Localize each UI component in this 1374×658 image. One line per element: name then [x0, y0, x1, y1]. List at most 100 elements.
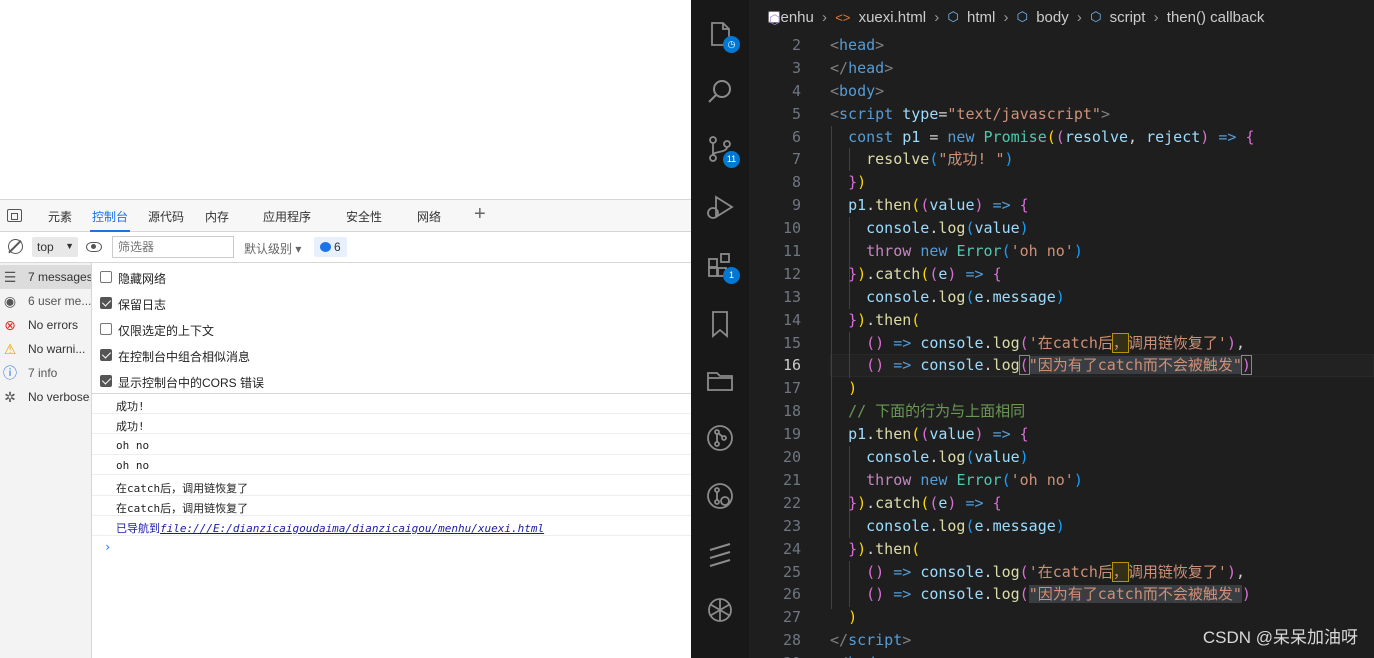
- checkbox-checked[interactable]: [100, 375, 112, 387]
- log-message: 在catch后，调用链恢复了: [92, 496, 691, 516]
- line-number: 19: [782, 425, 801, 443]
- watermark: CSDN @呆呆加油呀: [1202, 628, 1358, 647]
- code-editor[interactable]: 2 3 4 5 6 7 8 9 10 11 12 13 14 15 16 17 …: [749, 34, 1374, 658]
- add-tab-icon[interactable]: +: [474, 203, 486, 226]
- checkbox-checked[interactable]: [100, 297, 112, 309]
- sidebar-item-label: No verbose: [28, 390, 90, 404]
- breadcrumb-item-callback[interactable]: then() callback: [1167, 9, 1265, 26]
- code-line: console.log(e.message): [866, 288, 1065, 306]
- code-line: <head>: [830, 36, 885, 54]
- line-number-current: 16: [782, 356, 801, 374]
- sidebar-item-errors[interactable]: ⊗ No errors: [0, 313, 91, 337]
- git-graph-icon[interactable]: [704, 422, 736, 454]
- symbol-icon: ⬡: [1090, 9, 1102, 25]
- git-lens-icon[interactable]: [704, 480, 736, 512]
- sidebar-item-messages[interactable]: ☰ 7 messages: [0, 265, 91, 289]
- search-icon[interactable]: [704, 76, 736, 108]
- source-control-icon[interactable]: 11: [704, 133, 740, 168]
- remote-icon[interactable]: [704, 538, 736, 570]
- explorer-icon[interactable]: ◷: [704, 18, 740, 53]
- sidebar-item-label: 7 messages: [28, 270, 91, 284]
- setting-label: 保留日志: [118, 298, 167, 312]
- line-number: 3: [791, 59, 801, 77]
- tab-application[interactable]: 应用程序: [263, 208, 311, 225]
- devtools-tab-bar: 元素 控制台 源代码 内存 应用程序 安全性 网络 +: [0, 199, 691, 232]
- context-select[interactable]: top ▼: [32, 237, 78, 257]
- code-line: throw new Error('oh no'): [866, 471, 1083, 489]
- code-line: <body>: [830, 82, 885, 100]
- bookmark-icon[interactable]: [704, 308, 736, 340]
- line-number: 6: [791, 128, 801, 146]
- console-prompt-icon[interactable]: ›: [104, 540, 111, 554]
- code-line: <script type="text/javascript">: [830, 105, 1110, 123]
- sidebar-item-warnings[interactable]: ⚠ No warni...: [0, 337, 91, 361]
- tab-elements[interactable]: 元素: [48, 208, 72, 225]
- code-line: }).catch((e) => {: [848, 494, 1002, 512]
- openai-icon[interactable]: [704, 594, 736, 626]
- symbol-icon: ⬡: [947, 9, 959, 25]
- log-message: oh no: [92, 455, 691, 475]
- breadcrumb-item-html[interactable]: html: [967, 9, 995, 26]
- line-number: 25: [782, 563, 801, 581]
- chevron-right-icon: ›: [1076, 8, 1082, 26]
- warning-icon: ⚠: [3, 341, 17, 357]
- filter-input[interactable]: [112, 236, 234, 258]
- code-line: ): [848, 608, 858, 626]
- page-viewport: [0, 0, 691, 199]
- checkbox[interactable]: [100, 323, 112, 335]
- checkbox[interactable]: [100, 271, 112, 283]
- log-level-select[interactable]: 默认级别 ▾: [244, 240, 301, 257]
- code-line: }).catch((e) => {: [848, 265, 1002, 283]
- console-sidebar: ☰ 7 messages ◉ 6 user me... ⊗ No errors …: [0, 263, 92, 658]
- code-line: console.log(e.message): [866, 517, 1065, 535]
- folder-icon[interactable]: [704, 364, 736, 396]
- line-number: 11: [782, 242, 801, 260]
- clear-console-icon[interactable]: [8, 239, 23, 254]
- info-icon: ⓘ: [3, 365, 17, 381]
- breadcrumb-item-file[interactable]: xuexi.html: [859, 9, 927, 26]
- tab-sources[interactable]: 源代码: [148, 208, 184, 225]
- tab-security[interactable]: 安全性: [346, 208, 382, 225]
- issues-badge[interactable]: 6: [314, 237, 347, 257]
- tab-memory[interactable]: 内存: [205, 208, 229, 225]
- code-line: resolve("成功! "): [866, 150, 1014, 168]
- dock-icon[interactable]: [7, 209, 22, 222]
- sidebar-item-info[interactable]: ⓘ 7 info: [0, 361, 91, 385]
- breadcrumb-item-body[interactable]: body: [1036, 9, 1069, 26]
- live-expression-eye-icon[interactable]: [86, 242, 102, 252]
- code-line: </body>: [830, 652, 893, 658]
- code-line: ): [848, 379, 858, 397]
- code-line: console.log(value): [866, 219, 1029, 237]
- vscode-window: ◷ 11 1 menhu › <> xuexi.html › ⬡ html › …: [691, 0, 1374, 658]
- code-line: </script>: [830, 631, 912, 649]
- navigation-url-link[interactable]: file:///E:/dianzicaigoudaima/dianzicaigo…: [160, 522, 544, 535]
- line-number: 13: [782, 288, 801, 306]
- line-number: 5: [791, 105, 801, 123]
- line-number: 9: [791, 196, 801, 214]
- log-message: 成功!: [92, 394, 691, 414]
- line-number: 17: [782, 379, 801, 397]
- line-number: 15: [782, 334, 801, 352]
- tab-console[interactable]: 控制台: [89, 208, 131, 232]
- caret-down-icon: ▼: [65, 241, 74, 251]
- line-number: 7: [791, 150, 801, 168]
- line-number: 23: [782, 517, 801, 535]
- code-line: const p1 = new Promise((resolve, reject)…: [848, 128, 1255, 146]
- code-line: p1.then((value) => {: [848, 196, 1029, 214]
- checkbox-checked[interactable]: [100, 349, 112, 361]
- issues-count: 6: [334, 240, 341, 254]
- sidebar-item-user-messages[interactable]: ◉ 6 user me...: [0, 289, 91, 313]
- tab-network[interactable]: 网络: [417, 208, 441, 225]
- breadcrumb-item-script[interactable]: script: [1110, 9, 1146, 26]
- run-debug-icon[interactable]: [704, 191, 736, 223]
- navigation-message: 已导航到file:///E:/dianzicaigoudaima/dianzic…: [92, 516, 691, 536]
- console-settings-panel: 隐藏网络 保留日志 仅限选定的上下文 在控制台中组合相似消息 显示控制台中的CO…: [92, 263, 691, 394]
- clock-icon: ◷: [723, 36, 740, 53]
- sidebar-item-verbose[interactable]: ✲ No verbose: [0, 385, 91, 409]
- code-line: () => console.log('在catch后，调用链恢复了'),: [866, 333, 1245, 353]
- extensions-icon[interactable]: 1: [704, 249, 740, 284]
- code-line: </head>: [830, 59, 894, 77]
- log-message: 成功!: [92, 414, 691, 434]
- chevron-right-icon: ›: [822, 8, 828, 26]
- line-number: 2: [791, 36, 801, 54]
